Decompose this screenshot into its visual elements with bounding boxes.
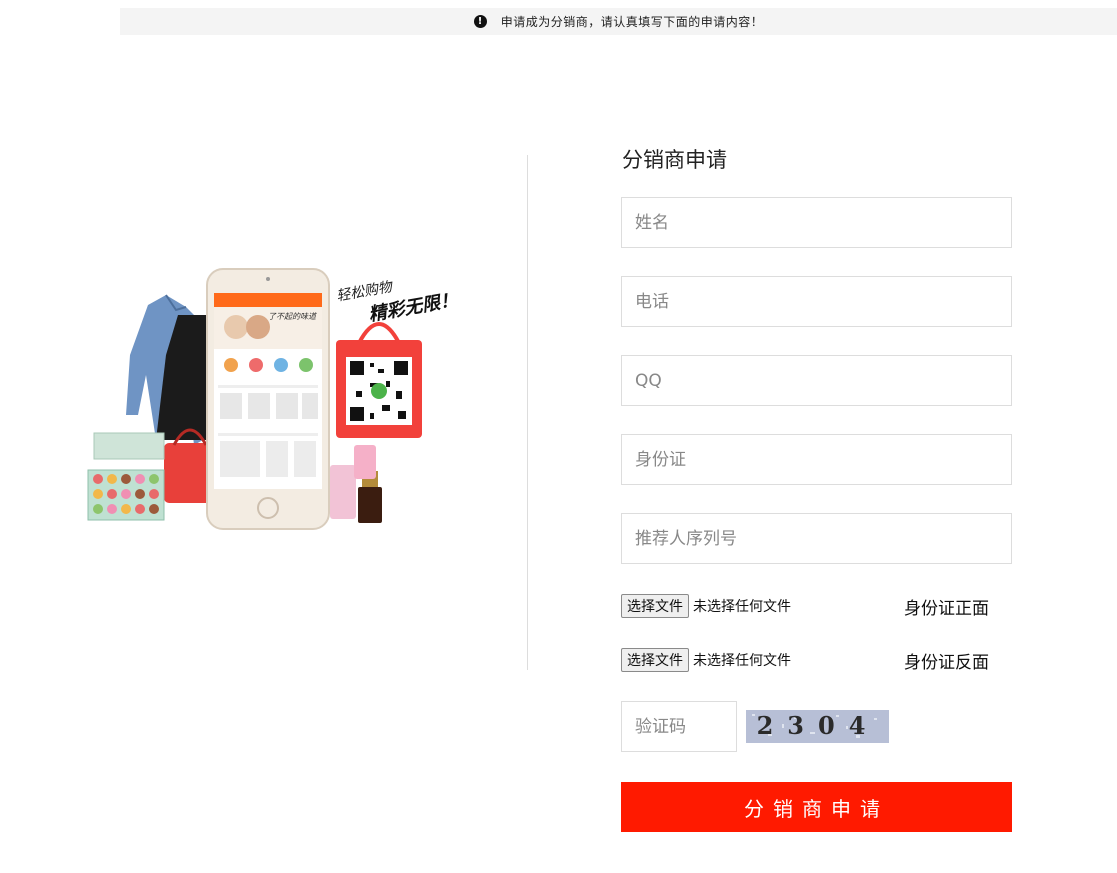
notice-bar: ! 申请成为分销商，请认真填写下面的申请内容！ xyxy=(120,8,1117,35)
divider xyxy=(527,155,528,670)
id-back-file-status: 未选择任何文件 xyxy=(693,653,791,669)
name-input[interactable] xyxy=(621,197,1012,248)
phone-banner-text: 了不起的味道 xyxy=(268,312,316,321)
submit-application-button[interactable]: 分销商申请 xyxy=(621,782,1012,832)
id-back-file-button[interactable]: 选择文件 xyxy=(621,648,689,672)
id-front-file-button[interactable]: 选择文件 xyxy=(621,594,689,618)
notice-text: 申请成为分销商，请认真填写下面的申请内容！ xyxy=(500,15,764,29)
qq-input[interactable] xyxy=(621,355,1012,406)
id-back-upload-row: 选择文件 未选择任何文件 身份证反面 xyxy=(621,647,1012,673)
id-front-upload-row: 选择文件 未选择任何文件 身份证正面 xyxy=(621,593,1012,619)
form-title: 分销商申请 xyxy=(622,148,727,172)
captcha-code: 2304 xyxy=(757,711,880,740)
referrer-input[interactable] xyxy=(621,513,1012,564)
id-number-input[interactable] xyxy=(621,434,1012,485)
captcha-image[interactable]: 2304 xyxy=(746,710,889,743)
exclamation-circle-icon: ! xyxy=(473,15,487,28)
captcha-input[interactable] xyxy=(621,701,737,752)
id-front-label: 身份证正面 xyxy=(904,598,989,619)
promo-illustration: 轻松购物 精彩无限！ 了不起的味道 xyxy=(86,265,486,535)
id-front-file-status: 未选择任何文件 xyxy=(693,599,791,615)
phone-input[interactable] xyxy=(621,276,1012,327)
id-back-label: 身份证反面 xyxy=(904,652,989,673)
